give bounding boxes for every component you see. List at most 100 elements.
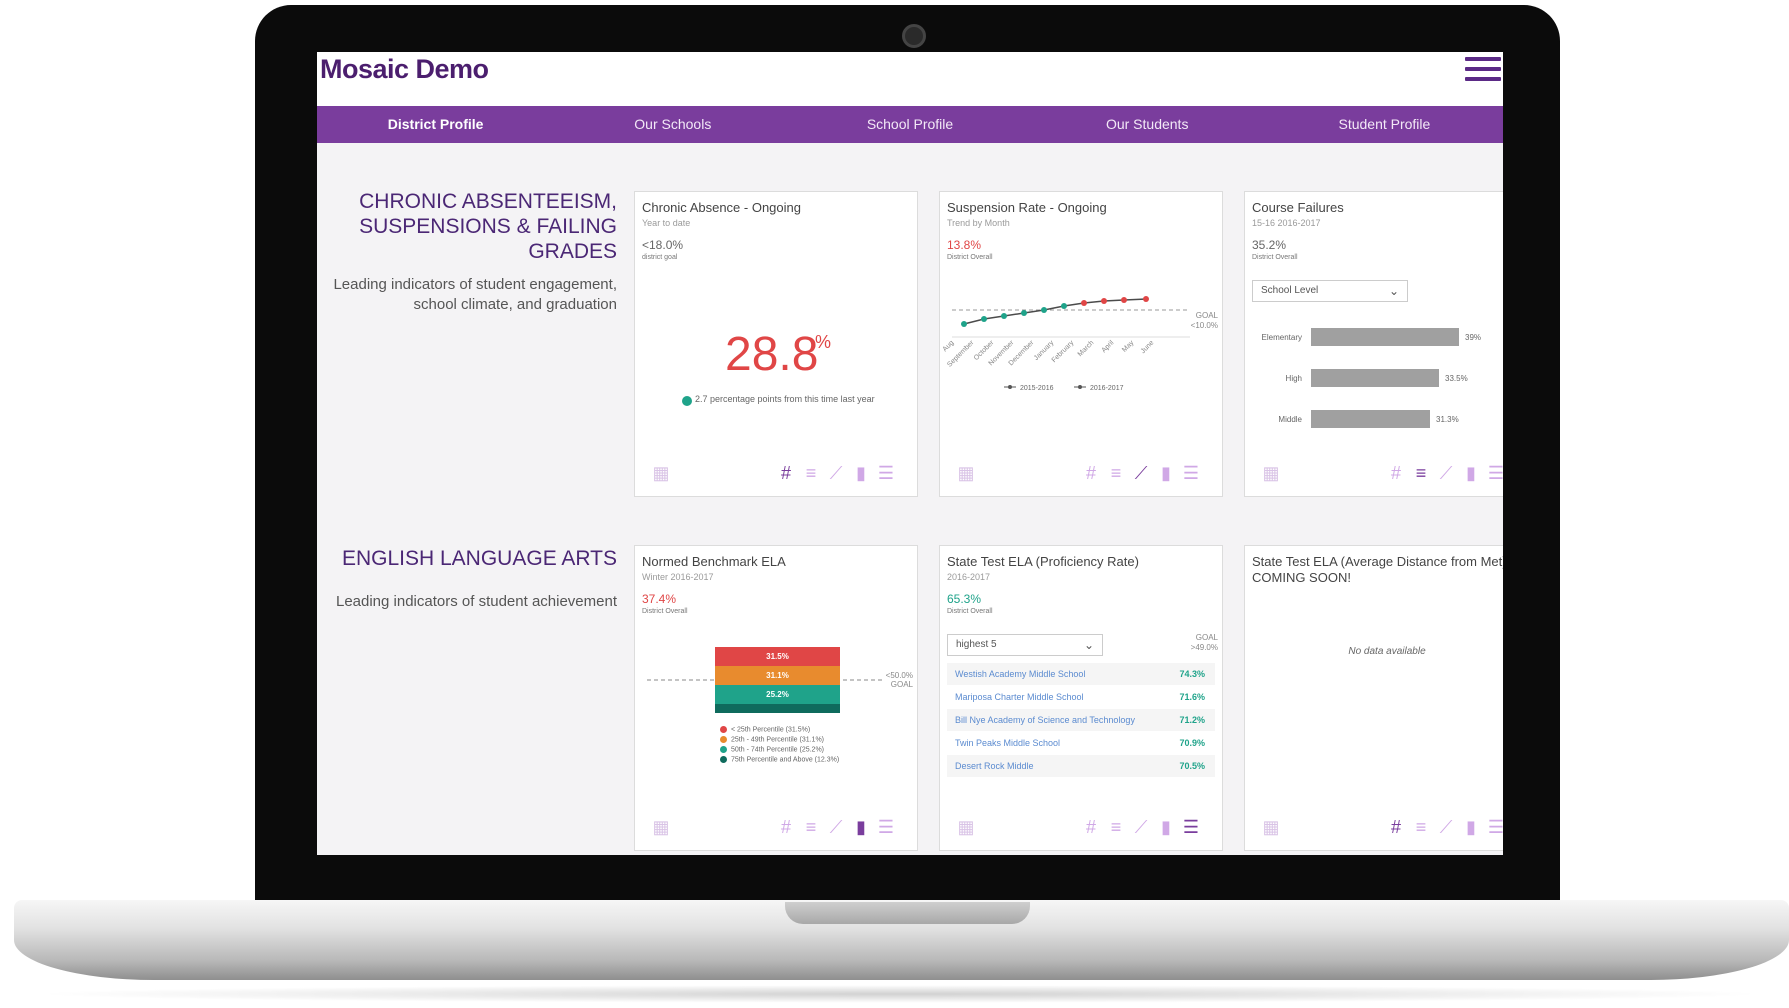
line-chart-icon[interactable]: ⟋ <box>826 816 846 838</box>
section-title: CHRONIC ABSENTEEISM, SUSPENSIONS & FAILI… <box>359 190 617 263</box>
column-chart-icon[interactable]: ▮ <box>851 816 871 838</box>
menu-icon[interactable] <box>1465 57 1501 85</box>
section-description: Leading indicators of student achievemen… <box>335 593 617 610</box>
list-icon[interactable]: ☰ <box>876 462 896 484</box>
chart-grid-icon[interactable]: ▦ <box>651 816 671 838</box>
bar-list-icon[interactable]: ≡ <box>1106 816 1126 838</box>
card-subtitle: 15-16 2016-2017 <box>1252 218 1321 228</box>
section-title: ENGLISH LANGUAGE ARTS <box>341 547 617 570</box>
x-tick-label: February <box>1051 339 1076 364</box>
metric-value: 13.8% <box>947 238 982 252</box>
bar-value: 33.5% <box>1445 374 1468 383</box>
webcam <box>902 24 926 48</box>
segment-75-plus <box>715 704 840 713</box>
bar-list-icon[interactable]: ≡ <box>801 816 821 838</box>
x-tick-label: March <box>1077 339 1096 358</box>
chart-legend: 2015-2016 2016-2017 <box>1004 385 1124 392</box>
dropdown-value: highest 5 <box>956 639 997 650</box>
bar-list-icon[interactable]: ≡ <box>801 462 821 484</box>
nav-student-profile[interactable]: Student Profile <box>1266 106 1503 143</box>
chronic-absence-card[interactable]: Chronic Absence - Ongoing Year to date <… <box>634 191 918 497</box>
bar-list-icon[interactable]: ≡ <box>1411 462 1431 484</box>
nav-district-profile[interactable]: District Profile <box>317 106 554 143</box>
laptop-notch <box>785 902 1030 924</box>
bar-label: Elementary <box>1261 333 1302 342</box>
chevron-down-icon: ⌄ <box>1083 638 1094 652</box>
change-text: 2.7 percentage points from this time las… <box>695 394 875 404</box>
chart-grid-icon[interactable]: ▦ <box>1261 816 1281 838</box>
header-bar: Mosaic Demo <box>317 52 1503 106</box>
line-chart-icon[interactable]: ⟋ <box>826 462 846 484</box>
x-axis-labels: AugSeptemberOctoberNovemberDecemberJanua… <box>942 339 1156 369</box>
list-icon[interactable]: ☰ <box>1181 816 1201 838</box>
metric-label: District Overall <box>947 254 993 261</box>
hash-icon[interactable]: # <box>1386 462 1406 484</box>
bar-high <box>1311 369 1439 387</box>
card-toolbar: ▦ # ≡ ⟋ ▮ ☰ <box>1245 462 1503 486</box>
chart-grid-icon[interactable]: ▦ <box>651 462 671 484</box>
bar-list-icon[interactable]: ≡ <box>1106 462 1126 484</box>
line-chart-icon[interactable]: ⟋ <box>1131 462 1151 484</box>
big-value: 28.8 <box>725 328 819 381</box>
list-icon[interactable]: ☰ <box>1486 462 1503 484</box>
app-title: Mosaic Demo <box>320 54 489 84</box>
nav-school-profile[interactable]: School Profile <box>791 106 1028 143</box>
list-icon[interactable]: ☰ <box>876 816 896 838</box>
column-chart-icon[interactable]: ▮ <box>1461 816 1481 838</box>
hash-icon[interactable]: # <box>1081 462 1101 484</box>
metric-label: district goal <box>642 254 678 261</box>
list-item[interactable]: Westish Academy Middle School 74.3% <box>947 663 1215 685</box>
metric-label: District Overall <box>642 608 688 615</box>
app-screen: Mosaic Demo District Profile Our Schools… <box>317 52 1503 855</box>
school-level-dropdown[interactable]: School Level ⌄ <box>1252 280 1408 302</box>
segment-below-25: 31.5% <box>715 647 840 666</box>
bar-list-icon[interactable]: ≡ <box>1411 816 1431 838</box>
suspension-rate-card[interactable]: Suspension Rate - Ongoing Trend by Month… <box>939 191 1223 497</box>
list-item[interactable]: Mariposa Charter Middle School 71.6% <box>947 686 1215 708</box>
line-chart-icon[interactable]: ⟋ <box>1436 816 1456 838</box>
column-chart-icon[interactable]: ▮ <box>1156 816 1176 838</box>
card-title: Course Failures <box>1252 200 1344 215</box>
column-chart-icon[interactable]: ▮ <box>1156 462 1176 484</box>
list-item[interactable]: Bill Nye Academy of Science and Technolo… <box>947 709 1215 731</box>
goal-value: <50.0% <box>885 671 913 680</box>
column-chart-icon[interactable]: ▮ <box>1461 462 1481 484</box>
bar-middle <box>1311 410 1430 428</box>
state-test-avg-card[interactable]: State Test ELA (Average Distance from Me… <box>1244 545 1503 851</box>
nav-our-students[interactable]: Our Students <box>1029 106 1266 143</box>
line-chart-icon[interactable]: ⟋ <box>1131 816 1151 838</box>
chart-grid-icon[interactable]: ▦ <box>1261 462 1281 484</box>
ranking-list: Westish Academy Middle School 74.3% Marip… <box>940 663 1222 783</box>
list-item[interactable]: Desert Rock Middle 70.5% <box>947 755 1215 777</box>
legend-item: 75th Percentile and Above (12.3%) <box>720 756 839 763</box>
course-failures-card[interactable]: Course Failures 15-16 2016-2017 35.2% Di… <box>1244 191 1503 497</box>
metric-label: District Overall <box>947 608 993 615</box>
hash-icon[interactable]: # <box>776 816 796 838</box>
trend-line-chart: AugSeptemberOctoberNovemberDecemberJanua… <box>942 296 1190 392</box>
chevron-down-icon: ⌄ <box>1388 284 1399 298</box>
card-subtitle: Trend by Month <box>947 218 1010 228</box>
hash-icon[interactable]: # <box>1081 816 1101 838</box>
goal-value: >49.0% <box>1190 643 1218 652</box>
nav-our-schools[interactable]: Our Schools <box>554 106 791 143</box>
state-test-ela-card[interactable]: State Test ELA (Proficiency Rate) 2016-2… <box>939 545 1223 851</box>
segment-25-49: 31.1% <box>715 666 840 685</box>
goal-label: GOAL <box>890 680 913 689</box>
list-icon[interactable]: ☰ <box>1181 462 1201 484</box>
line-chart-icon[interactable]: ⟋ <box>1436 462 1456 484</box>
list-icon[interactable]: ☰ <box>1486 816 1503 838</box>
metric-value: 37.4% <box>642 592 677 606</box>
chart-grid-icon[interactable]: ▦ <box>956 462 976 484</box>
list-item[interactable]: Twin Peaks Middle School 70.9% <box>947 732 1215 754</box>
coming-soon-label: COMING SOON! <box>1252 570 1351 585</box>
hash-icon[interactable]: # <box>1386 816 1406 838</box>
metric-value: 65.3% <box>947 592 982 606</box>
card-title: Chronic Absence - Ongoing <box>642 200 801 215</box>
normed-benchmark-card[interactable]: Normed Benchmark ELA Winter 2016-2017 37… <box>634 545 918 851</box>
hash-icon[interactable]: # <box>776 462 796 484</box>
ranking-dropdown[interactable]: highest 5 ⌄ <box>947 634 1103 656</box>
column-chart-icon[interactable]: ▮ <box>851 462 871 484</box>
segment-50-74: 25.2% <box>715 685 840 704</box>
chart-grid-icon[interactable]: ▦ <box>956 816 976 838</box>
card-title: Suspension Rate - Ongoing <box>947 200 1107 215</box>
